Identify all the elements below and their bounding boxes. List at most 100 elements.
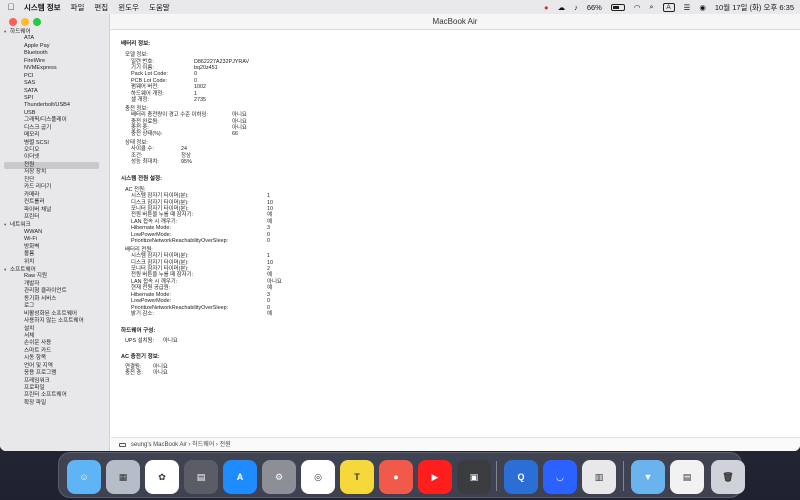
sidebar-group[interactable]: ▾ 소프트웨어 <box>0 266 109 273</box>
sidebar-item[interactable]: 저장 장치 <box>0 169 109 176</box>
battery-percent: 66% <box>586 2 602 12</box>
sidebar-item[interactable]: 방화벽 <box>0 244 109 251</box>
sidebar-item[interactable]: 파이버 채널 <box>0 207 109 214</box>
sidebar-item[interactable]: 그래픽/디스플레이 <box>0 117 109 124</box>
sidebar-item[interactable]: WWAN <box>0 229 109 236</box>
sidebar-item[interactable]: FireWire <box>0 58 109 65</box>
ac-charger-list: 연결됨: 아니요 충전 중: 아니요 <box>121 364 800 377</box>
minimize-button[interactable] <box>21 18 29 26</box>
input-source-icon[interactable]: A <box>662 2 675 12</box>
dock-app-icon[interactable]: ✿ <box>145 460 179 494</box>
sidebar-item[interactable]: 프린터 <box>0 214 109 221</box>
dock-app-icon[interactable]: ▥ <box>582 460 616 494</box>
sidebar-group-label: 네트워크 <box>10 222 31 229</box>
dock-app-icon[interactable]: ▣ <box>457 460 491 494</box>
close-button[interactable] <box>9 18 17 26</box>
window-controls <box>9 18 41 26</box>
dock-app-icon[interactable]: 🗑 <box>711 460 745 494</box>
sidebar-item[interactable]: Wi-Fi <box>0 236 109 243</box>
sidebar-item[interactable]: Raw 지원 <box>0 273 109 280</box>
menu-clock[interactable]: 10월 17일 (화) 오후 6:35 <box>715 2 794 13</box>
dock-app-icon[interactable]: ▤ <box>184 460 218 494</box>
sidebar-item[interactable]: 오디오 <box>0 147 109 154</box>
menu-app-name[interactable]: 시스템 정보 <box>24 2 61 13</box>
sidebar-item[interactable]: 동기화 서비스 <box>0 296 109 303</box>
sidebar-item[interactable]: PCI <box>0 73 109 80</box>
sidebar-item[interactable]: 스마트 카드 <box>0 348 109 355</box>
info-row: 셀 개정: 2735 <box>121 97 800 103</box>
sidebar-item[interactable]: 비활성화된 소프트웨어 <box>0 311 109 318</box>
sidebar-item[interactable]: 로그 <box>0 303 109 310</box>
sidebar-item[interactable]: 프레임워크 <box>0 378 109 385</box>
menu-help[interactable]: 도움말 <box>149 2 170 13</box>
sidebar-item[interactable]: 언어 및 지역 <box>0 363 109 370</box>
dock-app-icon[interactable]: ▼ <box>631 460 665 494</box>
sidebar-group[interactable]: ▾ 하드웨어 <box>0 28 109 35</box>
menu-edit[interactable]: 편집 <box>94 2 108 13</box>
sidebar-item[interactable]: 이더넷 <box>0 154 109 161</box>
sidebar-group[interactable]: ▾ 네트워크 <box>0 221 109 228</box>
sidebar-list: ▾ 하드웨어 ATA Apple Pay Bluetooth FireWire NVMExp… <box>0 28 109 407</box>
dock-app-icon[interactable]: ● <box>379 460 413 494</box>
sidebar-item[interactable]: 카드 리더기 <box>0 184 109 191</box>
siri-icon[interactable]: ◉ <box>699 3 706 12</box>
dock-app-icon[interactable]: ◎ <box>301 460 335 494</box>
info-key: 충전 중: <box>125 370 143 377</box>
dock-app-icon[interactable]: T <box>340 460 374 494</box>
dock-app-icon[interactable]: ▤ <box>670 460 704 494</box>
music-icon[interactable]: ♪ <box>574 3 578 12</box>
sidebar-item[interactable]: Thunderbolt/USB4 <box>0 102 109 109</box>
sidebar-item[interactable]: 프린터 소프트웨어 <box>0 392 109 399</box>
info-row: 충전 중: 아니요 <box>121 370 800 376</box>
sidebar-item[interactable]: 손쉬운 사용 <box>0 340 109 347</box>
menu-file[interactable]: 파일 <box>71 2 85 13</box>
apple-menu-icon[interactable]:  <box>6 2 16 12</box>
sidebar-item[interactable]: 시동 항목 <box>0 355 109 362</box>
sidebar-item[interactable]: SATA <box>0 88 109 95</box>
sidebar-item[interactable]: 메모리 <box>0 132 109 139</box>
sidebar-item[interactable]: 카메라 <box>0 192 109 199</box>
dock-app-icon[interactable]: ▶ <box>418 460 452 494</box>
info-row: 성능 최대치: 95% <box>121 159 800 165</box>
sidebar-item[interactable]: SPI <box>0 95 109 102</box>
info-key: 셀 개정: <box>131 97 149 104</box>
path-bar-text[interactable]: seung's MacBook Air › 하드웨어 › 전원 <box>131 438 231 452</box>
sidebar-item[interactable]: Apple Pay <box>0 43 109 50</box>
info-row: PrioritizeNetworkReachabilityOverSleep: 0 <box>121 238 800 244</box>
sidebar-item[interactable]: 디스크 굽기 <box>0 125 109 132</box>
dock: ☺ ▦ ✿ ▤ A ⚙ ◎ T ● ▶ ▣ Q ◡ ▥ ▼ ▤ 🗑 <box>58 452 745 498</box>
sidebar-item[interactable]: NVMExpress <box>0 65 109 72</box>
sidebar-item[interactable]: 응용 프로그램 <box>0 370 109 377</box>
sidebar-item[interactable]: 관리형 클라이언트 <box>0 288 109 295</box>
sidebar-item[interactable]: Bluetooth <box>0 50 109 57</box>
sidebar-item[interactable]: 설치 <box>0 326 109 333</box>
sidebar-item[interactable]: SAS <box>0 80 109 87</box>
dock-app-icon[interactable]: ◡ <box>543 460 577 494</box>
info-value: 아니요 <box>153 370 168 377</box>
menu-window[interactable]: 윈도우 <box>118 2 139 13</box>
dock-app-icon[interactable]: ▦ <box>106 460 140 494</box>
sidebar-item[interactable]: 컨트롤러 <box>0 199 109 206</box>
record-icon[interactable]: ● <box>544 3 549 12</box>
sidebar-item[interactable]: ATA <box>0 35 109 42</box>
sidebar-item[interactable]: 진단 <box>0 177 109 184</box>
dock-app-icon[interactable]: ⚙ <box>262 460 296 494</box>
sidebar-item[interactable]: 위치 <box>0 259 109 266</box>
sidebar-item[interactable]: 볼륨 <box>0 251 109 258</box>
sidebar-item[interactable]: 전원 <box>4 161 99 170</box>
search-icon[interactable]: ⌕ <box>649 2 653 12</box>
cloud-icon[interactable]: ☁ <box>558 3 566 12</box>
battery-icon[interactable] <box>610 3 625 12</box>
info-value: 66 <box>232 131 238 138</box>
sidebar-item[interactable]: 사용하지 않는 소프트웨어 <box>0 318 109 325</box>
sidebar-item[interactable]: 서체 <box>0 333 109 340</box>
menu-bar:  시스템 정보 파일 편집 윈도우 도움말 ● ☁ ♪ 66% ◠ ⌕ A ☰… <box>0 0 800 14</box>
sidebar-item[interactable]: 확장 파일 <box>0 400 109 407</box>
zoom-button[interactable] <box>33 18 41 26</box>
dock-app-icon[interactable]: ☺ <box>67 460 101 494</box>
sidebar-item[interactable]: 병렬 SCSI <box>0 140 109 147</box>
control-center-icon[interactable]: ☰ <box>684 3 691 12</box>
dock-app-icon[interactable]: A <box>223 460 257 494</box>
dock-app-icon[interactable]: Q <box>504 460 538 494</box>
wifi-icon[interactable]: ◠ <box>634 3 641 12</box>
